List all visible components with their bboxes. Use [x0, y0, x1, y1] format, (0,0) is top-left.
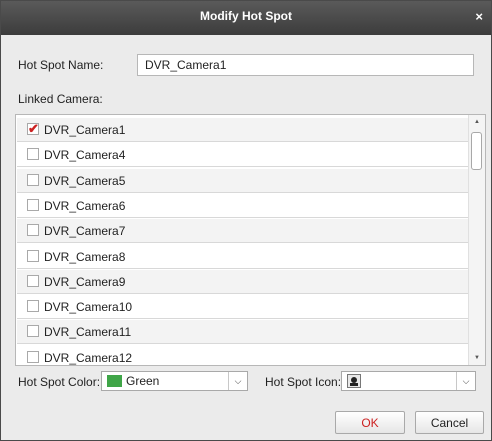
checkbox[interactable] — [27, 148, 39, 161]
hotspot-color-value: Green — [126, 374, 160, 388]
checkbox[interactable] — [27, 173, 39, 186]
linked-camera-label: Linked Camera: — [18, 92, 103, 106]
camera-name-label: DVR_Camera8 — [44, 249, 126, 264]
dialog-title: Modify Hot Spot — [200, 9, 292, 23]
camera-name-label: DVR_Camera10 — [44, 300, 133, 315]
checkbox[interactable] — [27, 274, 39, 287]
camera-list-item[interactable]: DVR_Camera11 — [17, 320, 469, 345]
color-swatch — [107, 375, 122, 387]
checkbox[interactable] — [27, 249, 39, 262]
camera-list: ✔ DVR_Camera1 DVR_Camera4 DVR_Camera5 DVR_Ca… — [15, 114, 486, 366]
camera-list-item[interactable]: DVR_Camera8 — [17, 244, 469, 269]
camera-list-item[interactable]: DVR_Camera7 — [17, 219, 469, 244]
hotspot-color-select[interactable]: Green ⌵ — [101, 371, 248, 391]
cancel-button[interactable]: Cancel — [415, 411, 484, 434]
camera-name-label: DVR_Camera5 — [44, 173, 126, 188]
camera-list-item[interactable]: DVR_Camera9 — [17, 269, 469, 294]
camera-list-item[interactable]: ✔ DVR_Camera1 — [17, 118, 469, 142]
chevron-down-icon[interactable]: ⌵ — [456, 372, 475, 390]
camera-list-item[interactable]: DVR_Camera12 — [17, 345, 469, 365]
modify-hot-spot-dialog: Modify Hot Spot × Hot Spot Name: Linked … — [0, 0, 492, 441]
ok-button[interactable]: OK — [335, 411, 405, 434]
close-icon[interactable]: × — [475, 1, 483, 33]
checkbox[interactable] — [27, 224, 39, 237]
scrollbar-thumb[interactable] — [471, 132, 482, 170]
camera-name-label: DVR_Camera9 — [44, 274, 126, 289]
camera-name-label: DVR_Camera1 — [44, 123, 126, 137]
hotspot-icon-label: Hot Spot Icon: — [265, 375, 342, 389]
camera-list-item[interactable]: DVR_Camera6 — [17, 193, 469, 218]
checkbox[interactable] — [27, 350, 39, 363]
checkbox[interactable] — [27, 325, 39, 338]
hotspot-name-input[interactable] — [137, 54, 474, 76]
camera-name-label: DVR_Camera4 — [44, 148, 126, 163]
scroll-up-icon[interactable]: ▲ — [469, 115, 485, 129]
camera-icon — [347, 374, 361, 388]
checkbox-checked[interactable]: ✔ — [27, 121, 39, 136]
camera-list-item[interactable]: DVR_Camera10 — [17, 295, 469, 320]
camera-list-item[interactable]: DVR_Camera5 — [17, 168, 469, 193]
hotspot-icon-select[interactable]: ⌵ — [341, 371, 476, 391]
camera-name-label: DVR_Camera7 — [44, 224, 126, 239]
dialog-footer: OK Cancel — [1, 396, 491, 440]
checkbox[interactable] — [27, 198, 39, 211]
camera-name-label: DVR_Camera12 — [44, 350, 133, 365]
camera-list-item[interactable]: DVR_Camera4 — [17, 143, 469, 168]
camera-name-label: DVR_Camera11 — [44, 325, 132, 340]
checkbox[interactable] — [27, 300, 39, 313]
chevron-down-icon[interactable]: ⌵ — [228, 372, 247, 390]
camera-list-scrollbar[interactable]: ▲ ▼ — [468, 115, 485, 365]
hotspot-color-label: Hot Spot Color: — [18, 375, 101, 389]
scroll-down-icon[interactable]: ▼ — [469, 351, 485, 365]
checkmark-icon: ✔ — [28, 121, 39, 136]
hotspot-name-label: Hot Spot Name: — [18, 58, 104, 72]
camera-name-label: DVR_Camera6 — [44, 198, 126, 213]
dialog-titlebar: Modify Hot Spot × — [1, 1, 491, 35]
